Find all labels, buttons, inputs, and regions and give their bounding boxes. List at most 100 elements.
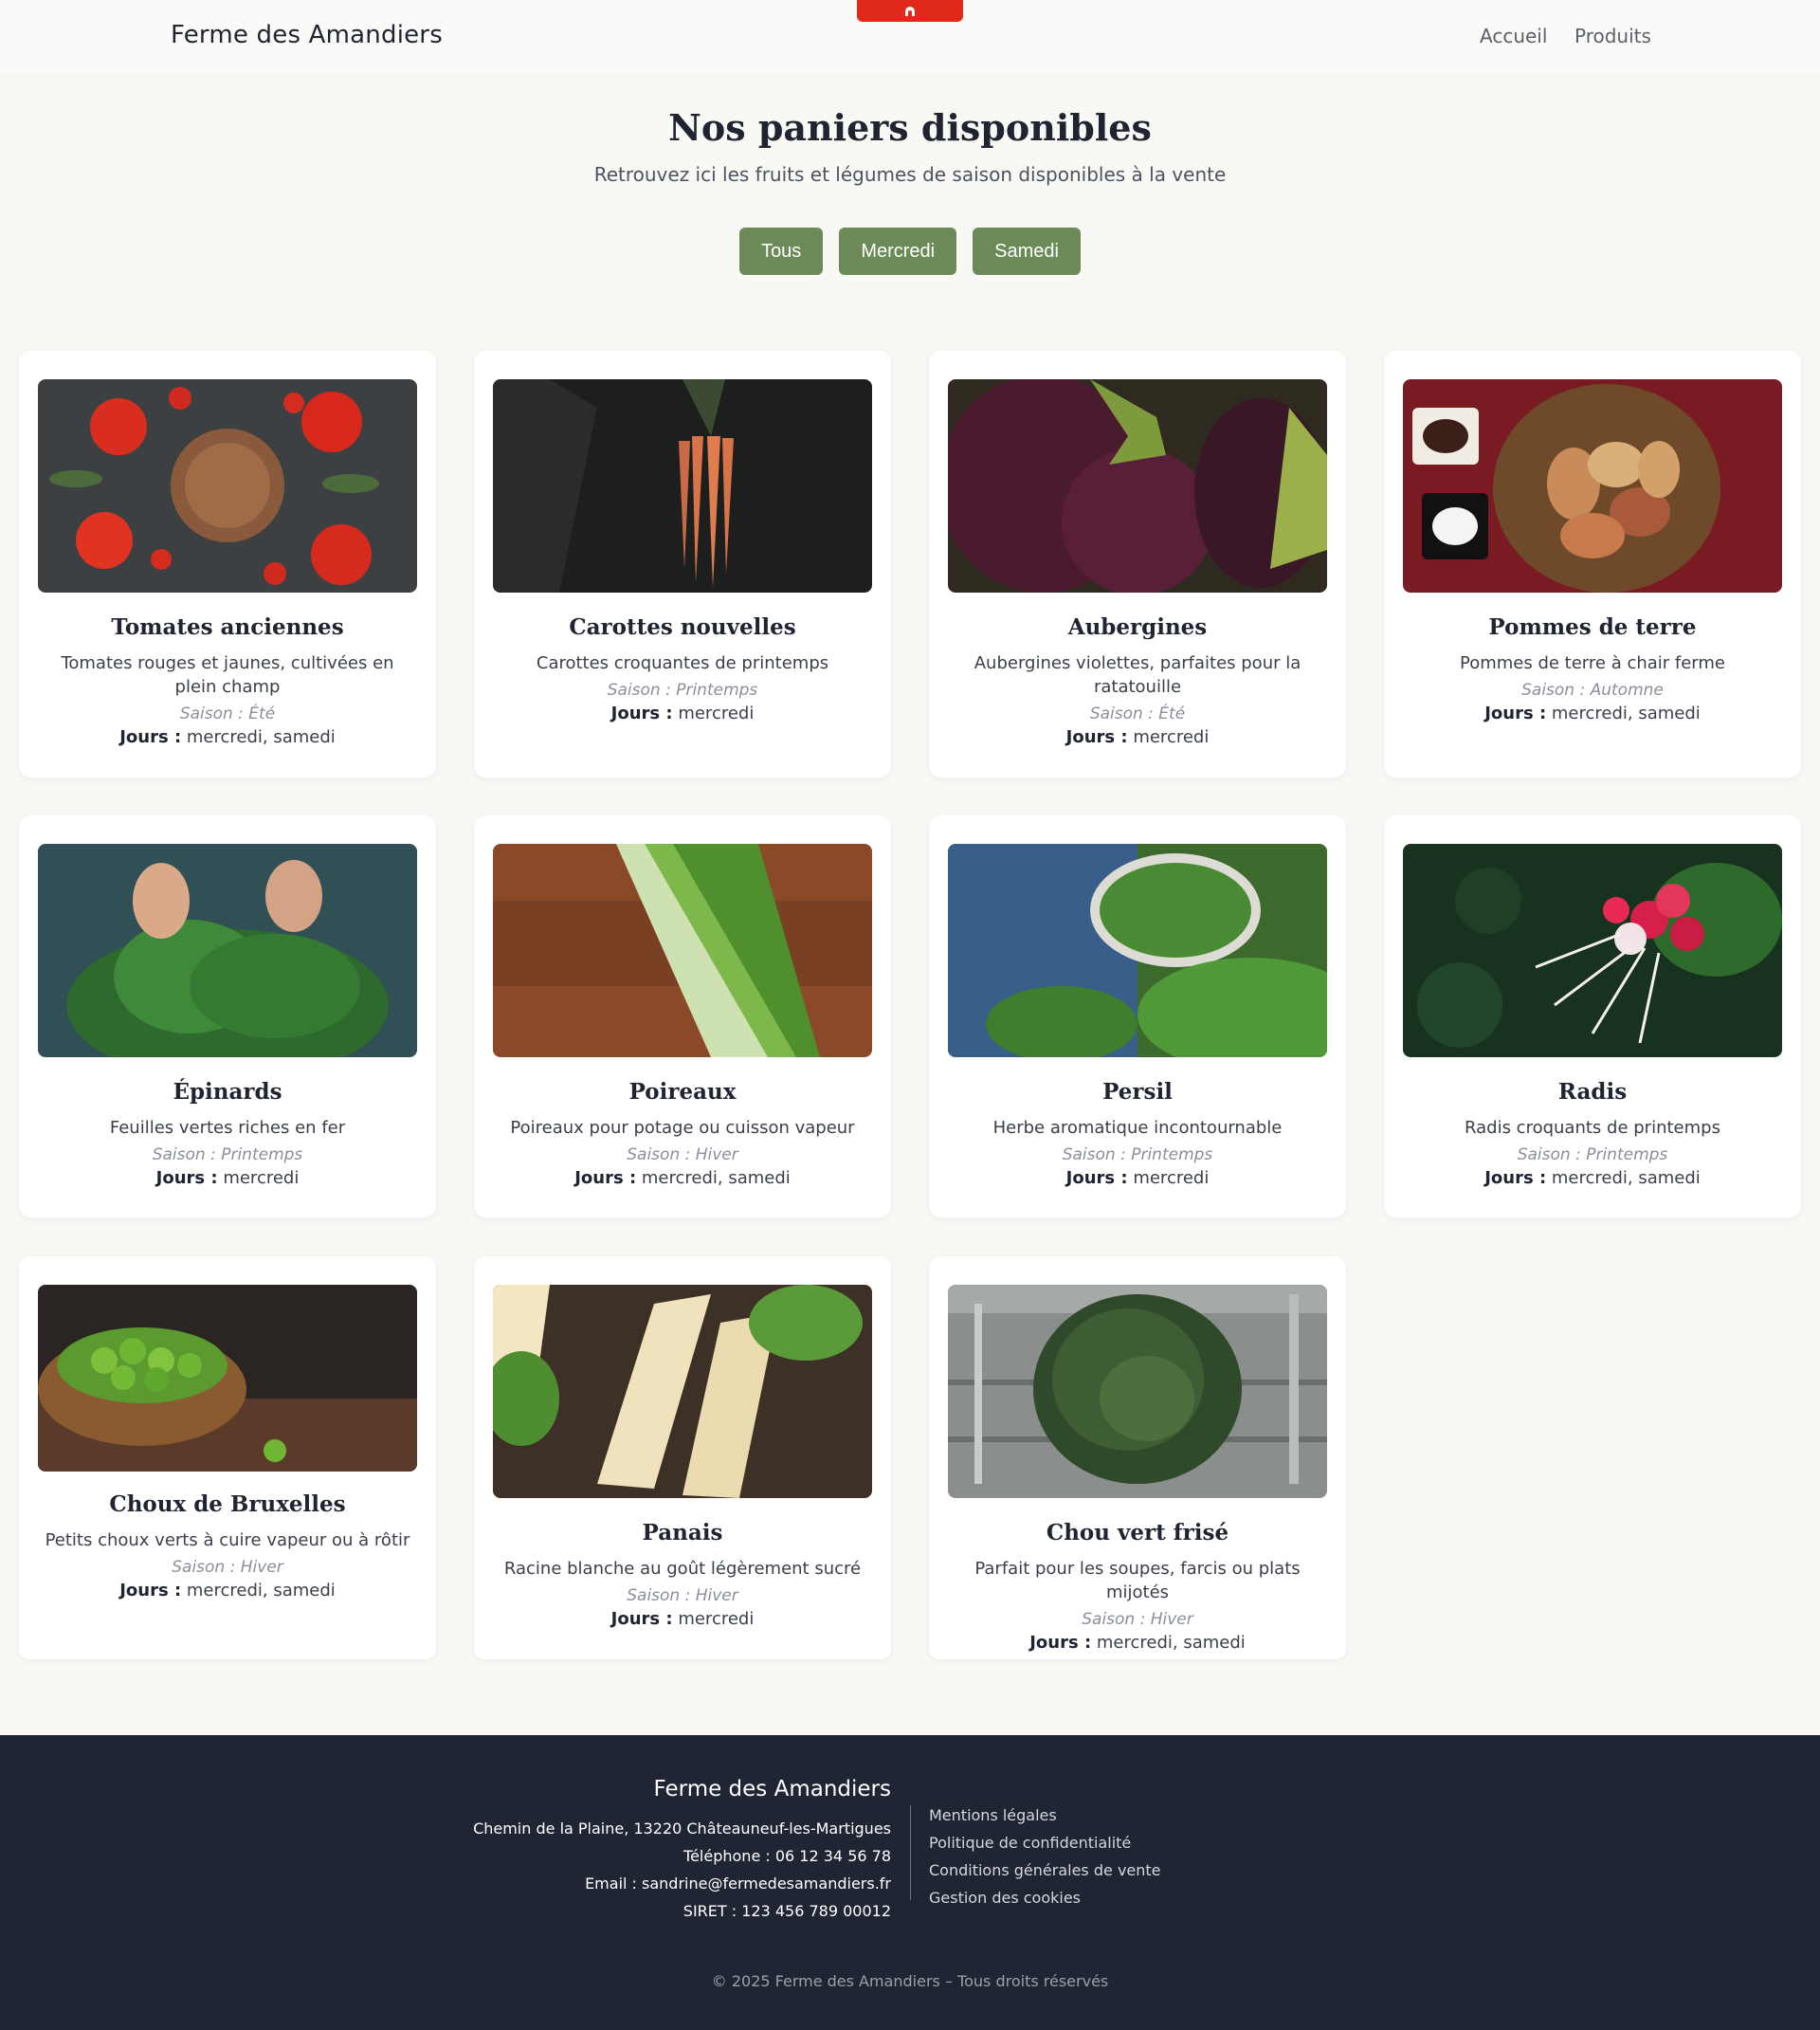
product-title: Poireaux <box>628 1079 737 1105</box>
product-title: Carottes nouvelles <box>569 614 796 640</box>
product-image-pommes-de-terre <box>1403 379 1782 593</box>
product-description: Radis croquants de printemps <box>1465 1118 1720 1138</box>
product-info-chou-vert-frise: Chou vert frisé Parfait pour les soupes,… <box>948 1520 1327 1655</box>
days-value: mercredi, samedi <box>186 1581 336 1600</box>
product-title: Panais <box>642 1520 723 1545</box>
product-card-persil[interactable]: Persil Herbe aromatique incontournable S… <box>929 815 1346 1217</box>
footer-link-terms[interactable]: Conditions générales de vente <box>929 1856 1161 1884</box>
product-title: Tomates anciennes <box>111 614 344 640</box>
footer-brand: Ferme des Amandiers <box>653 1777 891 1801</box>
product-image-poireaux <box>493 844 872 1057</box>
product-image-aubergines <box>948 379 1327 593</box>
product-season: Saison : Printemps <box>607 681 758 700</box>
footer-copyright: © 2025 Ferme des Amandiers – Tous droits… <box>711 1972 1109 1990</box>
product-description: Tomates rouges et jaunes, cultivées en p… <box>61 653 394 697</box>
product-info-carottes: Carottes nouvelles Carottes croquantes d… <box>493 614 872 726</box>
days-label: Jours : <box>1029 1633 1092 1653</box>
product-days: Jours : mercredi, samedi <box>38 1579 417 1603</box>
product-description: Herbe aromatique incontournable <box>992 1118 1283 1138</box>
days-value: mercredi <box>1133 1168 1210 1188</box>
product-card-tomates[interactable]: Tomates anciennes Tomates rouges et jaun… <box>19 351 436 777</box>
days-label: Jours : <box>155 1168 218 1188</box>
footer-link-cookies[interactable]: Gestion des cookies <box>929 1884 1161 1911</box>
product-card-poireaux[interactable]: Poireaux Poireaux pour potage ou cuisson… <box>474 815 891 1217</box>
product-info-aubergines: Aubergines Aubergines violettes, parfait… <box>948 614 1327 750</box>
days-value: mercredi <box>678 1609 755 1629</box>
product-days: Jours : mercredi <box>38 1166 417 1191</box>
days-value: mercredi <box>678 704 755 723</box>
product-days: Jours : mercredi, samedi <box>38 725 417 750</box>
footer-links: Mentions légales Politique de confidenti… <box>929 1801 1161 1911</box>
product-info-poireaux: Poireaux Poireaux pour potage ou cuisson… <box>493 1079 872 1191</box>
footer-link-legal[interactable]: Mentions légales <box>929 1801 1161 1829</box>
product-image-choux-de-bruxelles <box>38 1285 417 1472</box>
product-card-pommes-de-terre[interactable]: Pommes de terre Pommes de terre à chair … <box>1384 351 1801 777</box>
product-grid: Tomates anciennes Tomates rouges et jaun… <box>0 0 1820 1707</box>
days-label: Jours : <box>610 704 673 723</box>
product-card-epinards[interactable]: Épinards Feuilles vertes riches en fer S… <box>19 815 436 1217</box>
product-days: Jours : mercredi <box>493 1607 872 1632</box>
product-description: Feuilles vertes riches en fer <box>109 1118 346 1138</box>
product-image-tomates <box>38 379 417 593</box>
days-value: mercredi <box>1133 727 1210 747</box>
days-label: Jours : <box>119 1581 182 1600</box>
footer-phone: Téléphone : 06 12 34 56 78 <box>683 1847 891 1865</box>
product-card-chou-vert-frise[interactable]: Chou vert frisé Parfait pour les soupes,… <box>929 1256 1346 1659</box>
product-days: Jours : mercredi, samedi <box>948 1631 1327 1655</box>
footer-link-privacy[interactable]: Politique de confidentialité <box>929 1829 1161 1856</box>
product-season: Saison : Hiver <box>627 1586 738 1605</box>
product-info-panais: Panais Racine blanche au goût légèrement… <box>493 1520 872 1632</box>
product-description: Poireaux pour potage ou cuisson vapeur <box>510 1118 855 1138</box>
days-label: Jours : <box>1484 1168 1547 1188</box>
product-image-chou-vert-frise <box>948 1285 1327 1498</box>
footer-email: Email : sandrine@fermedesamandiers.fr <box>585 1875 891 1893</box>
product-card-panais[interactable]: Panais Racine blanche au goût légèrement… <box>474 1256 891 1659</box>
product-image-carottes <box>493 379 872 593</box>
site-footer: Ferme des Amandiers Chemin de la Plaine,… <box>0 1735 1820 2030</box>
product-description: Aubergines violettes, parfaites pour la … <box>974 653 1301 697</box>
product-title: Choux de Bruxelles <box>109 1491 346 1517</box>
footer-siret: SIRET : 123 456 789 00012 <box>682 1902 891 1920</box>
product-card-aubergines[interactable]: Aubergines Aubergines violettes, parfait… <box>929 351 1346 777</box>
days-label: Jours : <box>1484 704 1547 723</box>
product-season: Saison : Hiver <box>1082 1610 1193 1629</box>
product-description: Racine blanche au goût légèrement sucré <box>503 1559 862 1579</box>
days-label: Jours : <box>1065 727 1128 747</box>
product-image-persil <box>948 844 1327 1057</box>
product-info-radis: Radis Radis croquants de printemps Saiso… <box>1403 1079 1782 1191</box>
product-card-choux-de-bruxelles[interactable]: Choux de Bruxelles Petits choux verts à … <box>19 1256 436 1659</box>
product-card-carottes[interactable]: Carottes nouvelles Carottes croquantes d… <box>474 351 891 777</box>
product-season: Saison : Été <box>1089 704 1186 723</box>
product-description: Petits choux verts à cuire vapeur ou à r… <box>45 1530 410 1550</box>
product-season: Saison : Été <box>179 704 276 723</box>
product-info-choux-de-bruxelles: Choux de Bruxelles Petits choux verts à … <box>38 1491 417 1603</box>
footer-divider <box>910 1805 911 1900</box>
days-value: mercredi, samedi <box>1551 704 1701 723</box>
product-season: Saison : Printemps <box>1062 1145 1213 1164</box>
product-season: Saison : Printemps <box>152 1145 303 1164</box>
product-info-epinards: Épinards Feuilles vertes riches en fer S… <box>38 1079 417 1191</box>
product-title: Pommes de terre <box>1488 614 1697 640</box>
product-description: Pommes de terre à chair ferme <box>1459 653 1726 673</box>
days-label: Jours : <box>119 727 182 747</box>
product-description: Parfait pour les soupes, farcis ou plats… <box>974 1559 1301 1602</box>
product-season: Saison : Hiver <box>627 1145 738 1164</box>
product-title: Aubergines <box>1067 614 1208 640</box>
days-value: mercredi, samedi <box>641 1168 791 1188</box>
days-value: mercredi <box>223 1168 300 1188</box>
days-value: mercredi, samedi <box>1551 1168 1701 1188</box>
product-info-pommes-de-terre: Pommes de terre Pommes de terre à chair … <box>1403 614 1782 726</box>
product-days: Jours : mercredi <box>493 702 872 726</box>
product-info-persil: Persil Herbe aromatique incontournable S… <box>948 1079 1327 1191</box>
product-days: Jours : mercredi, samedi <box>1403 1166 1782 1191</box>
product-description: Carottes croquantes de printemps <box>536 653 829 673</box>
product-days: Jours : mercredi, samedi <box>1403 702 1782 726</box>
product-info-tomates: Tomates anciennes Tomates rouges et jaun… <box>38 614 417 750</box>
days-label: Jours : <box>1065 1168 1128 1188</box>
days-label: Jours : <box>574 1168 637 1188</box>
days-value: mercredi, samedi <box>1096 1633 1246 1653</box>
product-image-panais <box>493 1285 872 1498</box>
footer-address: Chemin de la Plaine, 13220 Châteauneuf-l… <box>473 1820 891 1838</box>
product-card-radis[interactable]: Radis Radis croquants de printemps Saiso… <box>1384 815 1801 1217</box>
product-image-radis <box>1403 844 1782 1057</box>
